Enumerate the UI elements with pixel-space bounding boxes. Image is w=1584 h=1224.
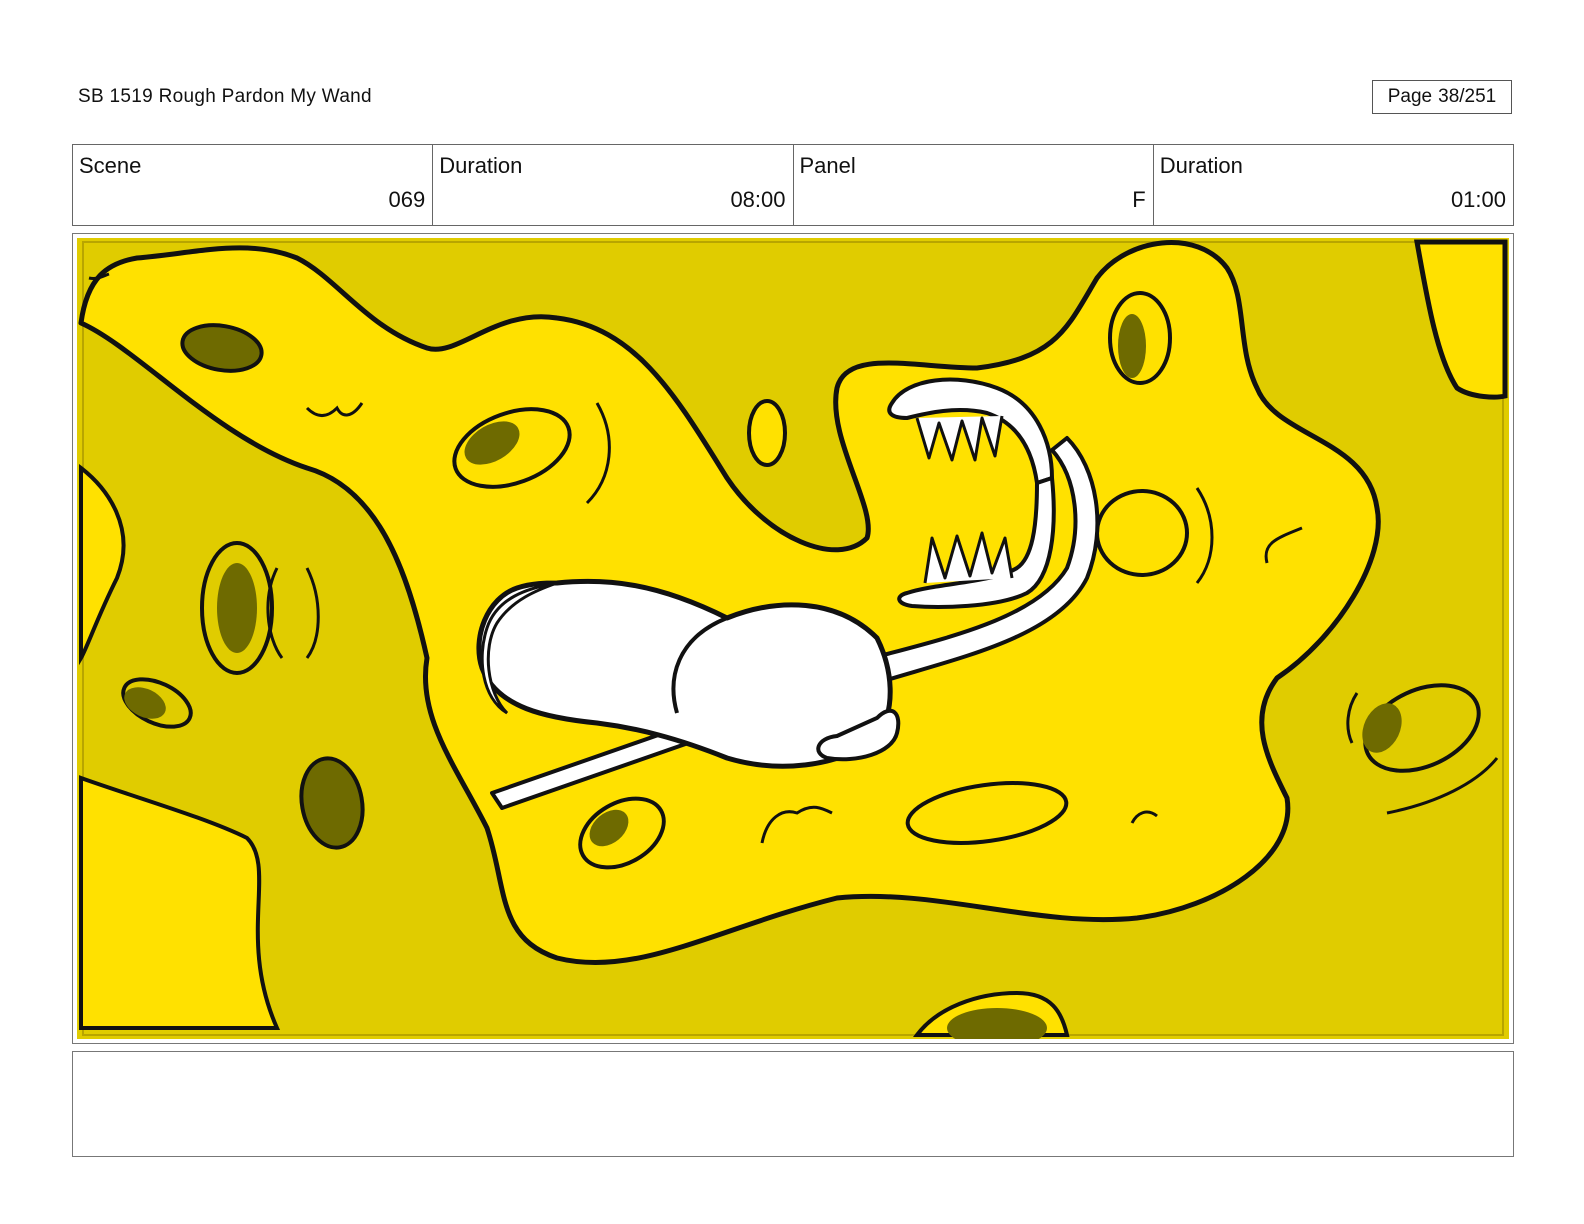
scene-cell: Scene 069: [73, 145, 434, 225]
hole-4-shadow: [217, 563, 257, 653]
scene-duration-label: Duration: [439, 153, 523, 178]
scene-value: 069: [388, 187, 426, 212]
hole-3: [747, 399, 787, 467]
page-indicator: Page 38/251: [1372, 80, 1512, 114]
panel-duration-cell: Duration 01:00: [1154, 145, 1513, 225]
storyboard-panel-drawing: [77, 238, 1509, 1039]
scene-duration-value: 08:00: [730, 187, 786, 212]
hole-11: [1095, 489, 1189, 577]
panel-duration-label: Duration: [1159, 153, 1243, 178]
hole-9-shadow: [1118, 314, 1146, 378]
panel-notes-box[interactable]: [72, 1051, 1514, 1157]
storyboard-panel-frame: [72, 233, 1514, 1044]
panel-cell: Panel F: [794, 145, 1154, 225]
panel-duration-value: 01:00: [1450, 187, 1506, 212]
scene-duration-cell: Duration 08:00: [433, 145, 794, 225]
page-label: Page: [1387, 86, 1433, 107]
storyboard-title: SB 1519 Rough Pardon My Wand: [78, 86, 372, 107]
panel-info-table: Scene 069 Duration 08:00 Panel F Duratio…: [72, 144, 1514, 226]
panel-label: Panel: [799, 153, 856, 178]
page-number: 38/251: [1438, 86, 1497, 107]
panel-value: F: [1132, 187, 1146, 212]
scene-label: Scene: [79, 153, 142, 178]
